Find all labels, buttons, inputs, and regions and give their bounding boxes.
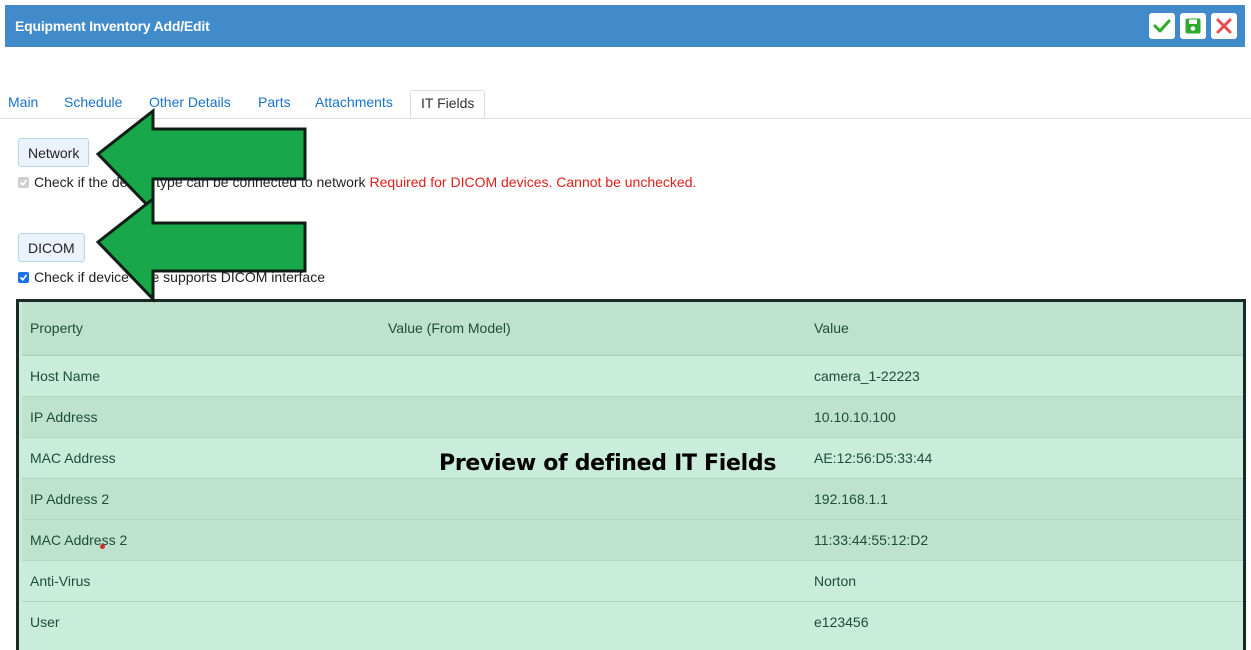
tab-it-fields[interactable]: IT Fields [410,90,486,118]
cursor-dot [100,544,105,549]
dicom-checkbox[interactable] [18,271,29,283]
row-property: User [30,614,60,630]
checkmark-icon [19,274,28,281]
row-property: IP Address 2 [30,491,110,507]
header-value: Value [814,320,849,336]
table-header-row: Property Value (From Model) Value [22,302,1243,356]
tab-attachments[interactable]: Attachments [315,94,393,110]
check-icon [1153,19,1171,33]
table-row[interactable]: IP Address 10.10.10.100 [22,396,1243,438]
row-value: Norton [814,573,857,589]
equipment-inventory-page: Equipment Inventory Add/Edit Main Schedu… [0,0,1251,650]
row-value: e123456 [814,614,869,630]
checkmark-icon [19,179,28,186]
table-row[interactable]: User e123456 [22,601,1243,643]
arrow-left-icon [95,196,307,303]
table-row[interactable]: IP Address 2 192.168.1.1 [22,478,1243,520]
save-icon [1185,18,1201,34]
header-model-value: Value (From Model) [388,320,511,336]
tab-main[interactable]: Main [8,94,38,110]
dicom-button[interactable]: DICOM [18,233,85,262]
row-property: Host Name [30,368,101,384]
row-value: camera_1-22223 [814,368,920,384]
close-icon [1216,18,1232,34]
annotation-caption: Preview of defined IT Fields [439,451,777,476]
network-checkbox[interactable] [18,176,29,188]
header-bar: Equipment Inventory Add/Edit [5,5,1245,47]
network-required-note: Required for DICOM devices. Cannot be un… [369,174,697,190]
row-property: MAC Address [30,450,116,466]
network-button[interactable]: Network [18,138,90,167]
header-property: Property [30,320,83,336]
table-row[interactable]: Host Name camera_1-22223 [22,356,1243,397]
close-button[interactable] [1211,13,1237,39]
page-title: Equipment Inventory Add/Edit [15,18,210,34]
save-button[interactable] [1180,13,1206,39]
row-value: 10.10.10.100 [814,409,896,425]
row-property: IP Address [30,409,98,425]
row-property: MAC Address 2 [30,532,128,548]
confirm-button[interactable] [1149,13,1175,39]
header-actions [1149,13,1237,39]
table-row[interactable]: Anti-Virus Norton [22,560,1243,602]
row-property: Anti-Virus [30,573,91,589]
table-row[interactable]: MAC Address 2 11:33:44:55:12:D2 [22,519,1243,561]
row-value: AE:12:56:D5:33:44 [814,450,933,466]
row-value: 11:33:44:55:12:D2 [814,532,929,548]
row-value: 192.168.1.1 [814,491,888,507]
